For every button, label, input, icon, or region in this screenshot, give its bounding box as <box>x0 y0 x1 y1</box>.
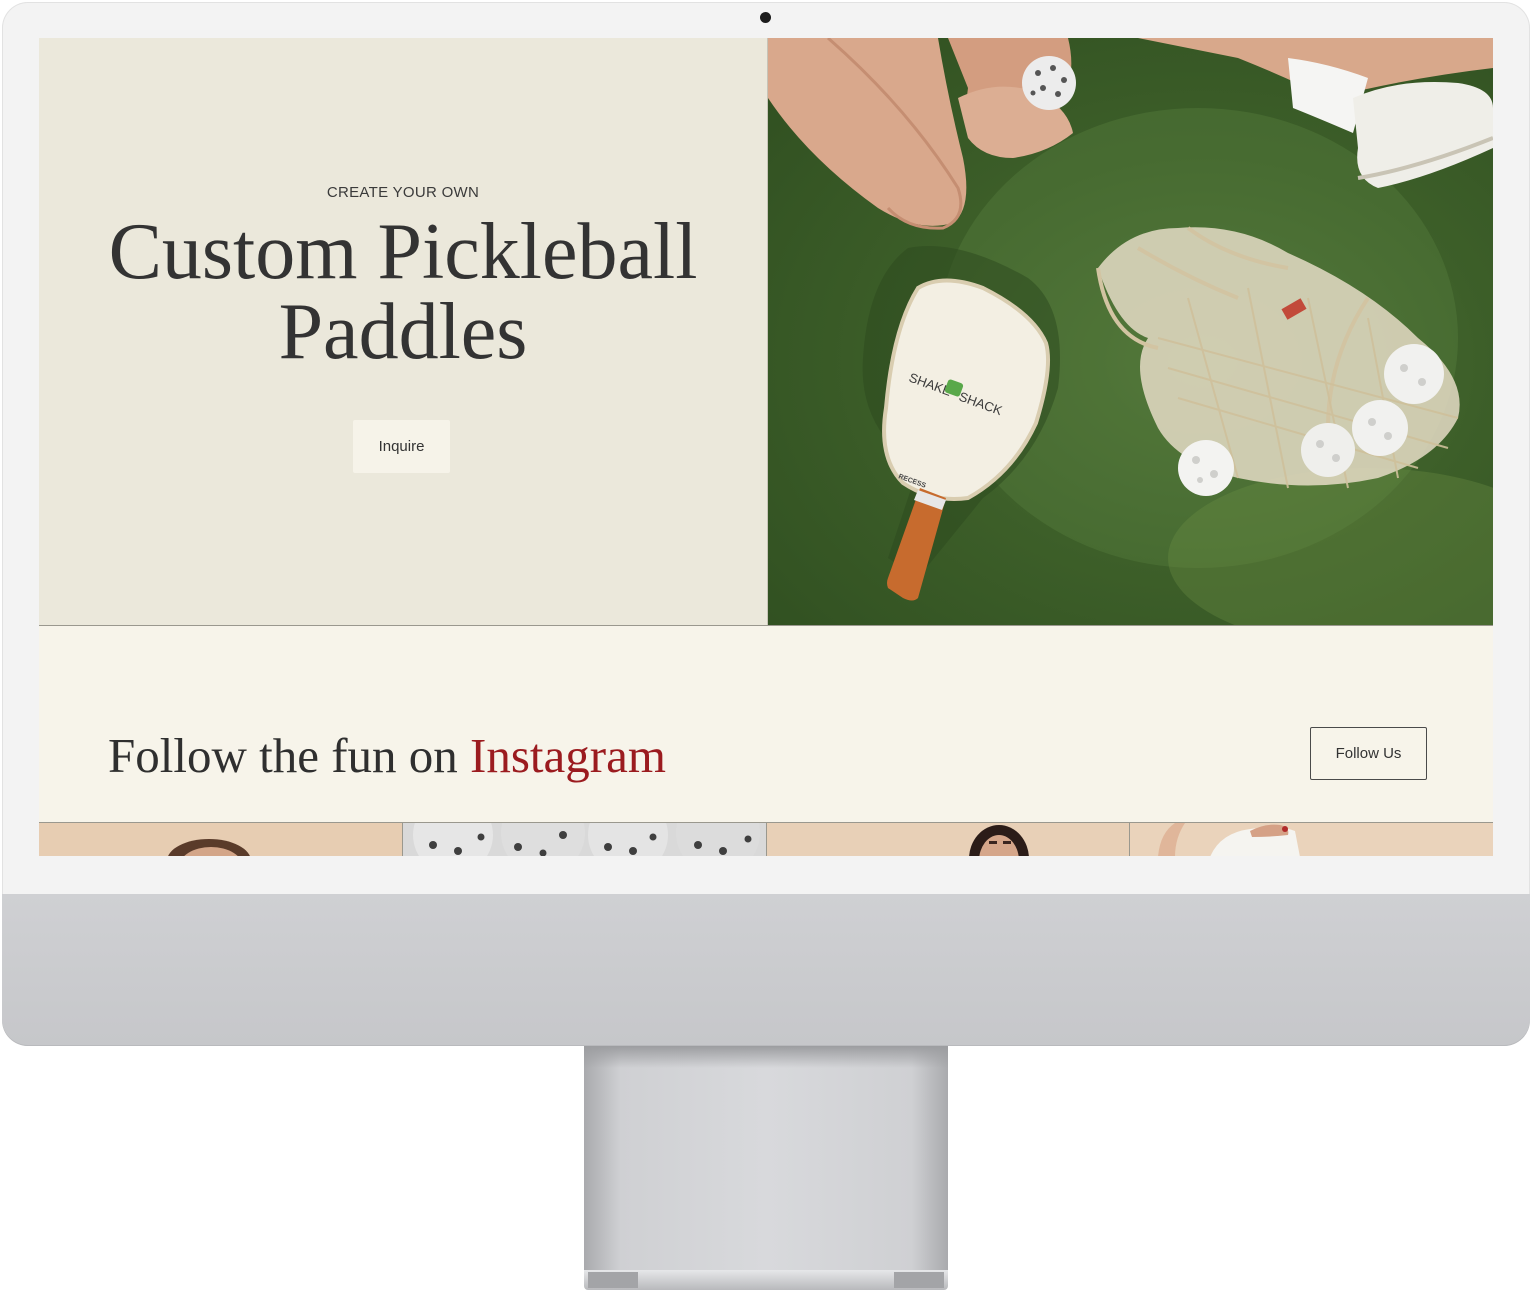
website-screen: CREATE YOUR OWN Custom Pickleball Paddle… <box>39 38 1493 856</box>
gallery-tile-3[interactable] <box>765 823 1130 856</box>
monitor-stand-foot <box>584 1270 948 1290</box>
instagram-section: Follow the fun on Instagram Follow Us <box>39 626 1493 822</box>
instagram-heading: Follow the fun on Instagram <box>108 728 666 784</box>
hero-text-panel: CREATE YOUR OWN Custom Pickleball Paddle… <box>39 38 767 626</box>
hero-photo-pickleball-court: SHAKE SHACK RECESS <box>768 38 1493 626</box>
hero-section: CREATE YOUR OWN Custom Pickleball Paddle… <box>39 38 1493 626</box>
monitor-stand <box>584 1046 948 1270</box>
hero-eyebrow: CREATE YOUR OWN <box>326 184 480 201</box>
follow-us-button[interactable]: Follow Us <box>1310 727 1427 780</box>
hero-photo-illustration: SHAKE SHACK RECESS <box>768 38 1493 626</box>
instagram-gallery <box>39 822 1493 856</box>
instagram-heading-highlight: Instagram <box>470 728 666 783</box>
monitor-chin <box>2 894 1530 1046</box>
inquire-button[interactable]: Inquire <box>353 420 450 473</box>
gallery-tile-1[interactable] <box>39 823 402 856</box>
camera-icon <box>760 12 771 23</box>
gallery-tile-4[interactable] <box>1129 823 1493 856</box>
instagram-heading-prefix: Follow the fun on <box>108 728 458 783</box>
hero-title: Custom Pickleball Paddles <box>59 212 747 372</box>
hero-title-line-2: Paddles <box>278 288 528 376</box>
imac-mockup: CREATE YOUR OWN Custom Pickleball Paddle… <box>0 0 1532 1290</box>
hero-title-line-1: Custom Pickleball <box>108 208 698 296</box>
gallery-tile-2[interactable] <box>401 823 766 856</box>
